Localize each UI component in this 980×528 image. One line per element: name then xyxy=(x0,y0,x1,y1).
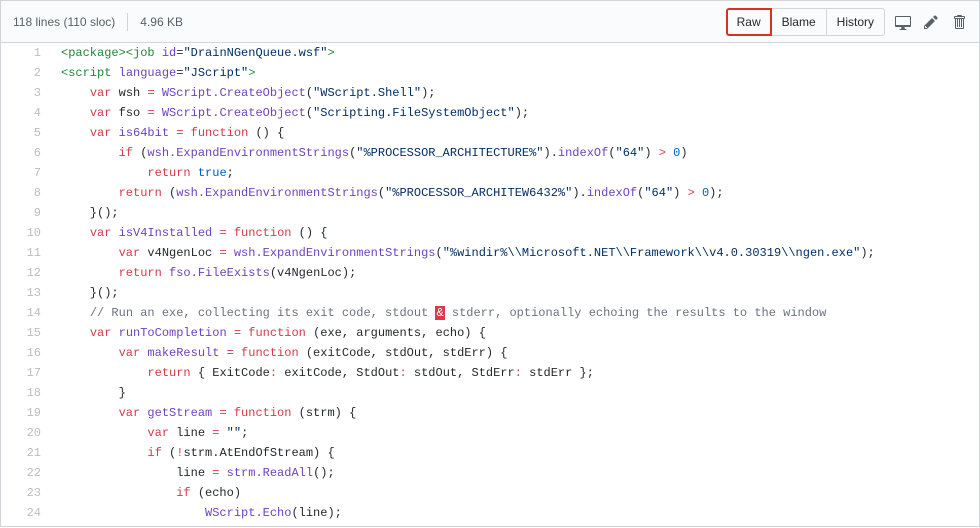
raw-button[interactable]: Raw xyxy=(726,8,772,36)
code-line: 23 if (echo) xyxy=(1,483,979,503)
line-number[interactable]: 14 xyxy=(1,303,51,323)
line-number[interactable]: 7 xyxy=(1,163,51,183)
line-content[interactable]: var v4NgenLoc = wsh.ExpandEnvironmentStr… xyxy=(51,243,979,263)
line-number[interactable]: 18 xyxy=(1,383,51,403)
line-number[interactable]: 16 xyxy=(1,343,51,363)
line-number[interactable]: 4 xyxy=(1,103,51,123)
line-content[interactable]: return { ExitCode: exitCode, StdOut: std… xyxy=(51,363,979,383)
blame-button[interactable]: Blame xyxy=(772,8,827,36)
line-number[interactable]: 19 xyxy=(1,403,51,423)
code-viewer[interactable]: 1<package><job id="DrainNGenQueue.wsf">2… xyxy=(1,43,979,528)
line-content[interactable]: if (!strm.AtEndOfStream) { xyxy=(51,443,979,463)
code-line: 24 WScript.Echo(line); xyxy=(1,503,979,523)
code-line: 3 var wsh = WScript.CreateObject("WScrip… xyxy=(1,83,979,103)
code-line: 19 var getStream = function (strm) { xyxy=(1,403,979,423)
file-info: 118 lines (110 sloc) 4.96 KB xyxy=(13,13,183,31)
line-content[interactable]: var line = ""; xyxy=(51,423,979,443)
line-number[interactable]: 23 xyxy=(1,483,51,503)
line-content[interactable]: <script language="JScript"> xyxy=(51,63,979,83)
line-content[interactable]: var fso = WScript.CreateObject("Scriptin… xyxy=(51,103,979,123)
line-content[interactable]: }(); xyxy=(51,283,979,303)
trash-icon[interactable] xyxy=(951,14,967,30)
line-number[interactable]: 2 xyxy=(1,63,51,83)
code-line: 21 if (!strm.AtEndOfStream) { xyxy=(1,443,979,463)
line-number[interactable]: 11 xyxy=(1,243,51,263)
line-content[interactable]: } xyxy=(51,383,979,403)
line-content[interactable]: var is64bit = function () { xyxy=(51,123,979,143)
code-line: 8 return (wsh.ExpandEnvironmentStrings("… xyxy=(1,183,979,203)
line-content[interactable]: WScript.Echo(line); xyxy=(51,503,979,523)
icon-toolbar xyxy=(895,14,967,30)
line-number[interactable]: 9 xyxy=(1,203,51,223)
code-line: 22 line = strm.ReadAll(); xyxy=(1,463,979,483)
line-content[interactable]: return (wsh.ExpandEnvironmentStrings("%P… xyxy=(51,183,979,203)
line-content[interactable]: // Run an exe, collecting its exit code,… xyxy=(51,303,979,323)
line-number[interactable]: 22 xyxy=(1,463,51,483)
code-line: 16 var makeResult = function (exitCode, … xyxy=(1,343,979,363)
file-size: 4.96 KB xyxy=(140,15,183,29)
code-line: 10 var isV4Installed = function () { xyxy=(1,223,979,243)
line-number[interactable]: 20 xyxy=(1,423,51,443)
line-content[interactable]: var isV4Installed = function () { xyxy=(51,223,979,243)
file-actions: Raw Blame History xyxy=(726,8,967,36)
line-content[interactable]: var makeResult = function (exitCode, std… xyxy=(51,343,979,363)
code-line: 4 var fso = WScript.CreateObject("Script… xyxy=(1,103,979,123)
code-line: 13 }(); xyxy=(1,283,979,303)
line-number[interactable]: 21 xyxy=(1,443,51,463)
code-line: 1<package><job id="DrainNGenQueue.wsf"> xyxy=(1,43,979,63)
code-table: 1<package><job id="DrainNGenQueue.wsf">2… xyxy=(1,43,979,523)
code-line: 2<script language="JScript"> xyxy=(1,63,979,83)
pencil-icon[interactable] xyxy=(923,14,939,30)
file-header: 118 lines (110 sloc) 4.96 KB Raw Blame H… xyxy=(1,1,979,43)
desktop-icon[interactable] xyxy=(895,14,911,30)
line-number[interactable]: 17 xyxy=(1,363,51,383)
line-content[interactable]: if (wsh.ExpandEnvironmentStrings("%PROCE… xyxy=(51,143,979,163)
line-number[interactable]: 6 xyxy=(1,143,51,163)
line-content[interactable]: line = strm.ReadAll(); xyxy=(51,463,979,483)
divider xyxy=(127,13,128,31)
line-content[interactable]: var wsh = WScript.CreateObject("WScript.… xyxy=(51,83,979,103)
code-line: 6 if (wsh.ExpandEnvironmentStrings("%PRO… xyxy=(1,143,979,163)
code-line: 5 var is64bit = function () { xyxy=(1,123,979,143)
line-number[interactable]: 8 xyxy=(1,183,51,203)
line-content[interactable]: var getStream = function (strm) { xyxy=(51,403,979,423)
line-number[interactable]: 1 xyxy=(1,43,51,63)
line-content[interactable]: if (echo) xyxy=(51,483,979,503)
line-content[interactable]: return true; xyxy=(51,163,979,183)
line-content[interactable]: }(); xyxy=(51,203,979,223)
lines-count: 118 lines (110 sloc) xyxy=(13,15,115,29)
code-line: 9 }(); xyxy=(1,203,979,223)
code-line: 18 } xyxy=(1,383,979,403)
code-line: 20 var line = ""; xyxy=(1,423,979,443)
code-line: 15 var runToCompletion = function (exe, … xyxy=(1,323,979,343)
line-content[interactable]: var runToCompletion = function (exe, arg… xyxy=(51,323,979,343)
history-button[interactable]: History xyxy=(827,8,885,36)
line-number[interactable]: 24 xyxy=(1,503,51,523)
code-line: 7 return true; xyxy=(1,163,979,183)
line-number[interactable]: 12 xyxy=(1,263,51,283)
code-line: 17 return { ExitCode: exitCode, StdOut: … xyxy=(1,363,979,383)
line-number[interactable]: 10 xyxy=(1,223,51,243)
line-number[interactable]: 3 xyxy=(1,83,51,103)
code-view-buttons: Raw Blame History xyxy=(726,8,885,36)
line-number[interactable]: 13 xyxy=(1,283,51,303)
line-content[interactable]: <package><job id="DrainNGenQueue.wsf"> xyxy=(51,43,979,63)
code-line: 14 // Run an exe, collecting its exit co… xyxy=(1,303,979,323)
code-line: 12 return fso.FileExists(v4NgenLoc); xyxy=(1,263,979,283)
line-number[interactable]: 5 xyxy=(1,123,51,143)
code-line: 11 var v4NgenLoc = wsh.ExpandEnvironment… xyxy=(1,243,979,263)
line-content[interactable]: return fso.FileExists(v4NgenLoc); xyxy=(51,263,979,283)
line-number[interactable]: 15 xyxy=(1,323,51,343)
